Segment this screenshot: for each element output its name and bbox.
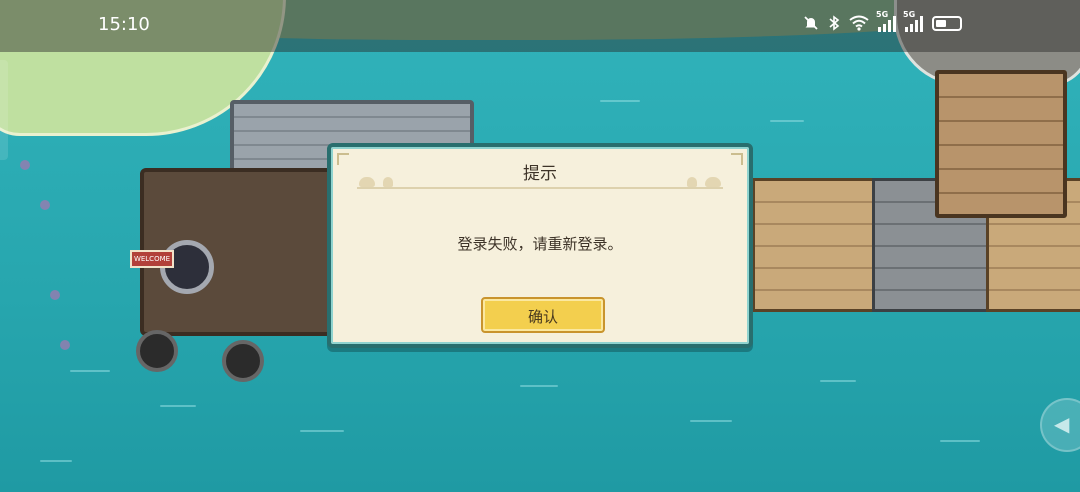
wave (70, 370, 110, 372)
wooden-dock (752, 178, 880, 312)
wooden-crate (935, 70, 1067, 218)
wave (300, 430, 344, 432)
wifi-icon (849, 15, 869, 31)
bluetooth-icon (829, 15, 840, 31)
alert-dialog: 提示 登录失败，请重新登录。 确认 (327, 143, 753, 348)
confirm-button[interactable]: 确认 (481, 297, 605, 333)
cat-decoration-icon (687, 177, 697, 187)
wave (160, 405, 196, 407)
chevron-left-icon: ◀ (1054, 412, 1070, 436)
wave (690, 420, 732, 422)
wave (820, 380, 856, 382)
water-plant (60, 340, 70, 350)
cat-decoration-icon (383, 177, 393, 187)
status-time: 15:10 (98, 14, 150, 35)
tire (222, 340, 264, 382)
water-plant (40, 200, 50, 210)
wave (40, 460, 72, 462)
signal-icon: 5G (876, 10, 896, 32)
cat-decoration-icon (705, 177, 721, 187)
tire (136, 330, 178, 372)
title-divider (357, 187, 723, 189)
wave (600, 100, 640, 102)
water-plant (20, 160, 30, 170)
status-icons: 5G 5G (803, 10, 962, 32)
status-bar: 15:10 5G 5G (0, 0, 1080, 52)
cat-decoration-icon (359, 177, 375, 187)
signal-icon: 5G (903, 10, 923, 32)
wave (770, 120, 804, 122)
water-plant (50, 290, 60, 300)
welcome-sign: WELCOME (130, 250, 174, 268)
side-drawer-handle[interactable] (0, 60, 8, 160)
wave (940, 440, 980, 442)
wave (520, 385, 558, 387)
mute-icon (804, 16, 818, 30)
battery-icon (932, 15, 962, 31)
dialog-message: 登录失败，请重新登录。 (457, 235, 623, 253)
